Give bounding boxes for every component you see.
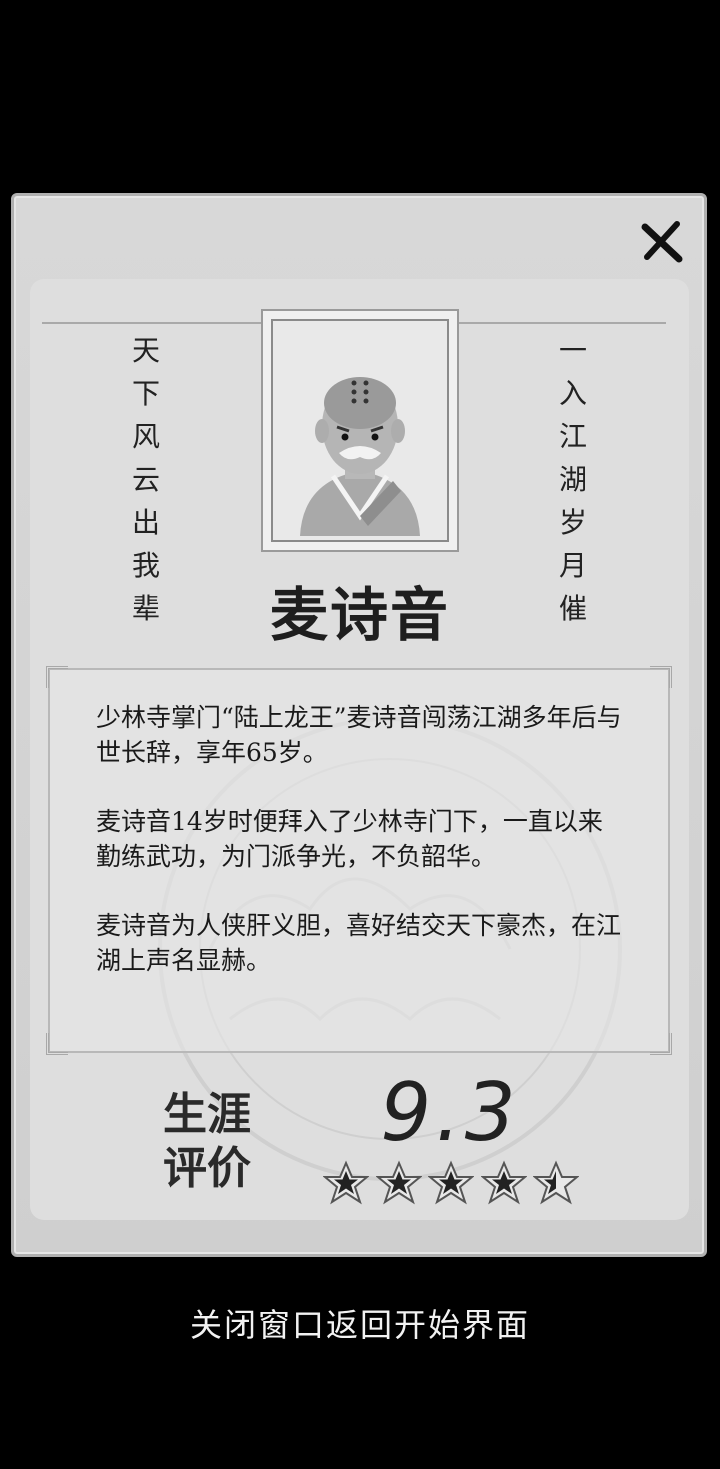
corner-ornament <box>46 666 68 688</box>
close-button[interactable] <box>636 216 688 268</box>
poem-char: 天 <box>131 334 160 367</box>
star-icon <box>323 1160 369 1205</box>
corner-ornament <box>650 666 672 688</box>
character-name: 麦诗音 <box>269 581 450 649</box>
biography-text: 少林寺掌门“陆上龙王”麦诗音闯荡江湖多年后与世长辞，享年65岁。 麦诗音14岁时… <box>96 700 622 1012</box>
star-rating <box>323 1160 579 1206</box>
poem-char: 我 <box>131 549 160 582</box>
poem-char: 入 <box>558 377 587 410</box>
poem-char: 下 <box>131 377 160 410</box>
biography-paragraph: 麦诗音为人侠肝义胆，喜好结交天下豪杰，在江湖上声名显赫。 <box>96 911 622 975</box>
star-icon <box>480 1160 527 1205</box>
poem-char: 月 <box>558 549 587 582</box>
poem-char: 岁 <box>558 506 587 539</box>
poem-left-vertical: 天 下 风 云 出 我 辈 <box>126 337 166 638</box>
biography-paragraph: 麦诗音14岁时便拜入了少林寺门下，一直以来勤练武功，为门派争光，不负韶华。 <box>96 807 603 871</box>
career-rating-label: 生涯 评价 <box>152 1088 262 1196</box>
poem-char: 云 <box>131 463 160 496</box>
star-icon <box>375 1160 422 1205</box>
poem-right-vertical: 一 入 江 湖 岁 月 催 <box>553 337 593 638</box>
poem-char: 风 <box>131 420 160 453</box>
star-icon <box>533 1160 579 1205</box>
career-label-line: 生涯 <box>163 1089 251 1140</box>
biography-paragraph: 少林寺掌门“陆上龙王”麦诗音闯荡江湖多年后与世长辞，享年65岁。 <box>96 703 622 767</box>
corner-ornament <box>46 1033 68 1055</box>
corner-ornament <box>650 1033 672 1055</box>
poem-char: 湖 <box>558 463 587 496</box>
return-to-start-link[interactable]: 关闭窗口返回开始界面 <box>150 1300 570 1346</box>
portrait-frame <box>261 309 459 552</box>
biography-box: 少林寺掌门“陆上龙王”麦诗音闯荡江湖多年后与世长辞，享年65岁。 麦诗音14岁时… <box>46 666 672 1055</box>
poem-char: 一 <box>558 334 587 367</box>
close-icon <box>641 221 683 263</box>
poem-char: 江 <box>558 420 587 453</box>
monk-portrait-icon <box>273 321 447 540</box>
career-label-line: 评价 <box>163 1143 251 1194</box>
poem-char: 催 <box>558 592 587 625</box>
poem-char: 出 <box>131 506 160 539</box>
star-icon <box>428 1160 474 1205</box>
career-score: 9.3 <box>380 1066 520 1159</box>
poem-char: 辈 <box>131 592 160 625</box>
